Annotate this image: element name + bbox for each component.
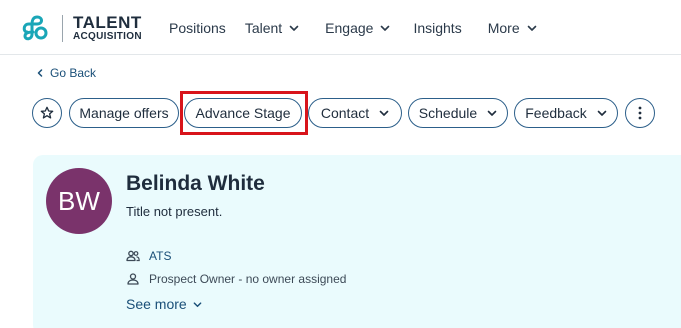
chevron-left-icon (37, 69, 43, 77)
feedback-dropdown-button[interactable]: Feedback (514, 98, 618, 128)
schedule-label: Schedule (418, 105, 478, 121)
people-icon (126, 250, 140, 262)
source-label: ATS (149, 249, 172, 263)
person-icon (127, 273, 139, 285)
go-back-link[interactable]: Go Back (36, 66, 96, 80)
chevron-down-icon (381, 25, 390, 31)
chevron-down-icon (527, 25, 536, 31)
nav-positions[interactable]: Positions (169, 20, 226, 36)
chevron-down-icon (597, 110, 607, 116)
nav-engage-label: Engage (325, 19, 374, 36)
more-actions-button[interactable] (625, 98, 655, 128)
contact-dropdown-button[interactable]: Contact (308, 98, 402, 128)
nav-more-dropdown[interactable]: More (488, 20, 537, 36)
manage-offers-label: Manage offers (79, 105, 169, 121)
see-more-label: See more (126, 296, 187, 312)
schedule-dropdown-button[interactable]: Schedule (408, 98, 508, 128)
source-ats-link[interactable]: ATS (126, 249, 171, 263)
nav-talent-label: Talent (244, 19, 283, 36)
manage-offers-button[interactable]: Manage offers (69, 98, 179, 128)
logo-divider (62, 15, 63, 42)
more-vertical-icon (638, 106, 642, 120)
brand-logo-text[interactable]: TALENT ACQUISITION (73, 14, 142, 42)
nav-talent-dropdown[interactable]: Talent (245, 20, 299, 36)
candidate-title: Title not present. (126, 204, 223, 219)
chevron-down-icon (379, 110, 389, 116)
chevron-down-icon (289, 25, 299, 31)
feedback-label: Feedback (525, 105, 587, 121)
nav-more-label: More (487, 19, 520, 36)
chevron-down-icon (487, 110, 497, 116)
chevron-down-icon (193, 301, 202, 307)
nav-insights-label: Insights (413, 19, 462, 36)
nav-engage-dropdown[interactable]: Engage (325, 20, 390, 36)
main-nav: Positions Talent Engage Insights More (169, 0, 537, 55)
prospect-owner-row: Prospect Owner - no owner assigned (126, 272, 346, 286)
avatar-initials: BW (58, 185, 100, 216)
candidate-name: Belinda White (126, 172, 265, 195)
prospect-owner-text: Prospect Owner - no owner assigned (149, 272, 347, 286)
avatar: BW (46, 168, 112, 234)
brand-line-2: ACQUISITION (73, 31, 142, 42)
top-navigation-bar: TALENT ACQUISITION Positions Talent Enga… (0, 0, 681, 55)
favorite-button[interactable] (32, 98, 62, 128)
see-more-toggle[interactable]: See more (126, 296, 202, 312)
logo-mark-icon (22, 15, 48, 41)
highlight-box (180, 91, 308, 135)
go-back-label: Go Back (50, 66, 97, 80)
nav-positions-label: Positions (169, 19, 226, 36)
star-icon (40, 106, 54, 119)
brand-line-1: TALENT (73, 13, 142, 32)
contact-label: Contact (320, 105, 370, 121)
nav-insights[interactable]: Insights (413, 20, 461, 36)
